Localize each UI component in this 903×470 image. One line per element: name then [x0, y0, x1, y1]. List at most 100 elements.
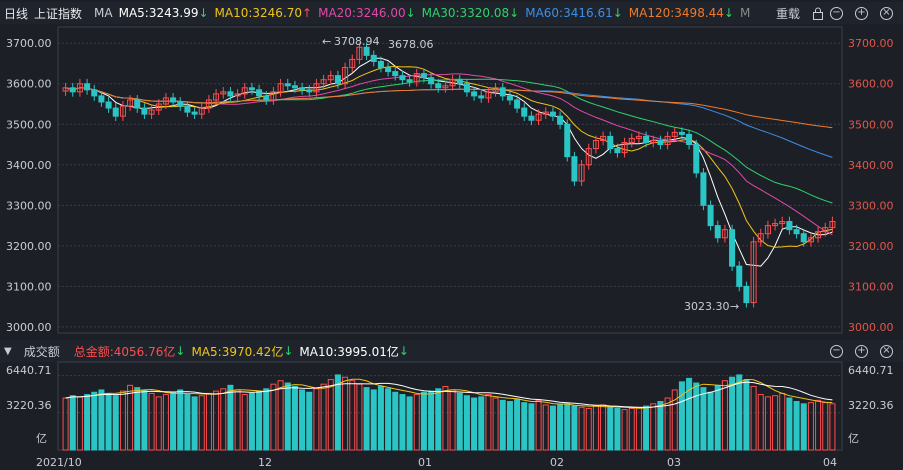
volume-bar — [406, 396, 413, 451]
candle-body — [377, 60, 384, 69]
volume-bar — [678, 381, 685, 451]
volume-bar — [342, 376, 349, 451]
volume-bar — [234, 389, 241, 451]
volume-bar — [248, 392, 255, 451]
price-tick-left: 3000.00 — [6, 321, 52, 334]
volume-bar — [478, 396, 485, 451]
volume-bar — [385, 388, 392, 451]
volume-bar — [585, 407, 592, 451]
candle-body — [521, 107, 528, 117]
volume-bar — [743, 379, 750, 451]
candle-body — [478, 95, 485, 99]
vol-tick-right-1: 3220.36 — [848, 399, 894, 412]
volume-bar — [198, 395, 205, 451]
volume-bar — [91, 391, 98, 451]
high-annotation: 3708.94 — [334, 35, 380, 48]
candle-body — [571, 156, 578, 182]
volume-bar — [76, 396, 83, 451]
volume-bar — [600, 404, 607, 451]
candle-body — [564, 123, 571, 158]
candle-body — [184, 105, 191, 113]
candle-body — [334, 75, 341, 85]
candle-body — [614, 148, 621, 154]
volume-bar — [714, 384, 721, 451]
price-tick-left: 3700.00 — [6, 37, 52, 50]
volume-bar — [119, 390, 126, 451]
candle-body — [134, 99, 141, 109]
volume-bar — [184, 394, 191, 451]
x-label-1: 12 — [258, 456, 272, 469]
volume-bar — [141, 389, 148, 451]
volume-bar — [807, 402, 814, 451]
volume-bar — [220, 388, 227, 451]
volume-bar — [506, 400, 513, 451]
high-arrow: ← — [322, 35, 331, 48]
candle-body — [793, 229, 800, 235]
volume-bar — [84, 394, 91, 451]
volume-bar — [112, 395, 119, 451]
vol-tick-left-1: 3220.36 — [6, 399, 52, 412]
volume-bar — [284, 382, 291, 451]
volume-bar — [657, 400, 664, 451]
volume-bar — [471, 397, 478, 451]
volume-bar — [607, 406, 614, 451]
volume-bar — [564, 403, 571, 451]
candle-body — [549, 111, 556, 117]
price-tick-right: 3300.00 — [848, 199, 894, 212]
candle-body — [177, 101, 184, 107]
volume-bar — [707, 391, 714, 451]
candle-body — [707, 204, 714, 227]
candle-body — [643, 135, 650, 144]
volume-bar — [155, 396, 162, 451]
x-label-2: 01 — [418, 456, 432, 469]
candle-body — [607, 135, 614, 150]
volume-bar — [535, 399, 542, 451]
candle-body — [84, 83, 91, 91]
candle-body — [399, 75, 406, 81]
candle-body — [284, 83, 291, 87]
volume-bar — [779, 392, 786, 451]
volume-bar — [521, 402, 528, 451]
volume-bar — [442, 385, 449, 451]
candle-body — [291, 85, 298, 89]
volume-bar — [334, 374, 341, 451]
candle-body — [91, 89, 98, 97]
volume-bars — [62, 374, 836, 451]
candle-body — [406, 79, 413, 83]
candle-body — [657, 139, 664, 146]
candle-body — [256, 89, 263, 97]
candle-body — [428, 77, 435, 85]
volume-bar — [614, 407, 621, 451]
candle-body — [499, 87, 506, 97]
candle-body — [306, 89, 313, 93]
volume-bar — [528, 403, 535, 451]
price-tick-right: 3000.00 — [848, 321, 894, 334]
volume-bar — [320, 383, 327, 451]
volume-bar — [241, 394, 248, 451]
candle-body — [98, 95, 105, 103]
volume-bar — [270, 383, 277, 451]
low-annotation: 3023.30 — [684, 300, 730, 313]
volume-bar — [736, 374, 743, 451]
vol-tick-right-0: 6440.71 — [848, 364, 894, 377]
kline-chart[interactable]: 3700.00 3600.00 3500.00 3400.00 3300.00 3200.… — [0, 0, 903, 470]
volume-bar — [256, 390, 263, 451]
price-tick-left: 3400.00 — [6, 159, 52, 172]
price-tick-right: 3100.00 — [848, 280, 894, 293]
candle-body — [141, 107, 148, 115]
volume-bar — [456, 392, 463, 451]
volume-bar — [227, 384, 234, 451]
candle-body — [786, 221, 793, 231]
volume-bar — [428, 390, 435, 451]
volume-bar — [449, 389, 456, 451]
candle-body — [686, 133, 693, 146]
volume-bar — [177, 389, 184, 451]
candle-body — [420, 73, 427, 79]
volume-bar — [815, 399, 822, 451]
volume-bar — [822, 402, 829, 451]
volume-bar — [772, 395, 779, 451]
price-panel-frame — [57, 26, 843, 334]
candle-body — [514, 99, 521, 109]
high2-annotation: 3678.06 — [388, 38, 434, 51]
candle-body — [69, 87, 76, 93]
